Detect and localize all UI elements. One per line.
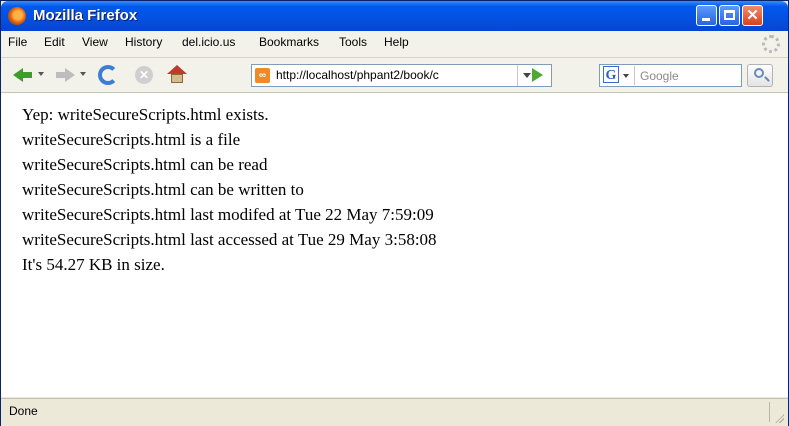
browser-window: Mozilla Firefox ✕ File Edit View History… bbox=[0, 0, 789, 426]
output-line: writeSecureScripts.html can be written t… bbox=[22, 180, 304, 199]
back-button[interactable] bbox=[13, 64, 35, 86]
google-icon: G bbox=[603, 66, 619, 83]
address-bar[interactable]: ∞ http://localhost/phpant2/book/c bbox=[251, 64, 552, 87]
navigation-toolbar: ✕ ∞ http://localhost/phpant2/book/c G Go… bbox=[1, 58, 788, 93]
title-bar[interactable]: Mozilla Firefox ✕ bbox=[1, 1, 788, 31]
minimize-button[interactable] bbox=[696, 5, 717, 26]
menu-bookmarks[interactable]: Bookmarks bbox=[259, 35, 319, 49]
output-line: writeSecureScripts.html last accessed at… bbox=[22, 230, 437, 249]
menu-view[interactable]: View bbox=[82, 35, 108, 49]
reload-button[interactable] bbox=[98, 65, 118, 85]
site-favicon-icon: ∞ bbox=[255, 68, 270, 83]
search-icon bbox=[754, 68, 764, 78]
menu-file[interactable]: File bbox=[8, 35, 27, 49]
search-bar[interactable]: G Google bbox=[599, 64, 742, 87]
forward-history-dropdown-icon[interactable] bbox=[80, 72, 86, 76]
window-title: Mozilla Firefox bbox=[33, 7, 138, 24]
output-line: writeSecureScripts.html is a file bbox=[22, 130, 241, 149]
maximize-icon bbox=[724, 10, 735, 20]
resize-grip-icon[interactable] bbox=[774, 413, 784, 423]
url-input[interactable]: http://localhost/phpant2/book/c bbox=[276, 68, 512, 82]
chevron-down-icon bbox=[623, 74, 629, 78]
minimize-icon bbox=[702, 18, 710, 21]
status-text: Done bbox=[9, 404, 38, 418]
close-icon: ✕ bbox=[746, 7, 759, 24]
close-button[interactable]: ✕ bbox=[742, 5, 763, 26]
menu-history[interactable]: History bbox=[125, 35, 162, 49]
menu-edit[interactable]: Edit bbox=[44, 35, 65, 49]
status-bar: Done bbox=[1, 398, 788, 426]
search-input[interactable]: Google bbox=[640, 69, 679, 83]
page-content: Yep: writeSecureScripts.html exists. wri… bbox=[1, 93, 788, 397]
back-history-dropdown-icon[interactable] bbox=[38, 72, 44, 76]
output-line: writeSecureScripts.html last modifed at … bbox=[22, 205, 434, 224]
output-line: Yep: writeSecureScripts.html exists. bbox=[22, 105, 269, 124]
maximize-button[interactable] bbox=[719, 5, 740, 26]
throbber-icon bbox=[762, 35, 780, 53]
status-divider bbox=[769, 402, 770, 422]
home-button[interactable] bbox=[167, 65, 189, 87]
output-line: It's 54.27 KB in size. bbox=[22, 255, 165, 274]
go-button[interactable] bbox=[532, 68, 543, 82]
stop-button[interactable]: ✕ bbox=[135, 66, 153, 84]
search-engine-selector[interactable]: G bbox=[601, 66, 635, 85]
menu-tools[interactable]: Tools bbox=[339, 35, 367, 49]
firefox-logo-icon bbox=[8, 7, 26, 25]
forward-button[interactable] bbox=[53, 64, 75, 86]
search-button[interactable] bbox=[747, 64, 773, 87]
output-line: writeSecureScripts.html can be read bbox=[22, 155, 268, 174]
menu-bar: File Edit View History del.icio.us Bookm… bbox=[1, 31, 788, 58]
menu-help[interactable]: Help bbox=[384, 35, 409, 49]
menu-delicious[interactable]: del.icio.us bbox=[182, 35, 235, 49]
